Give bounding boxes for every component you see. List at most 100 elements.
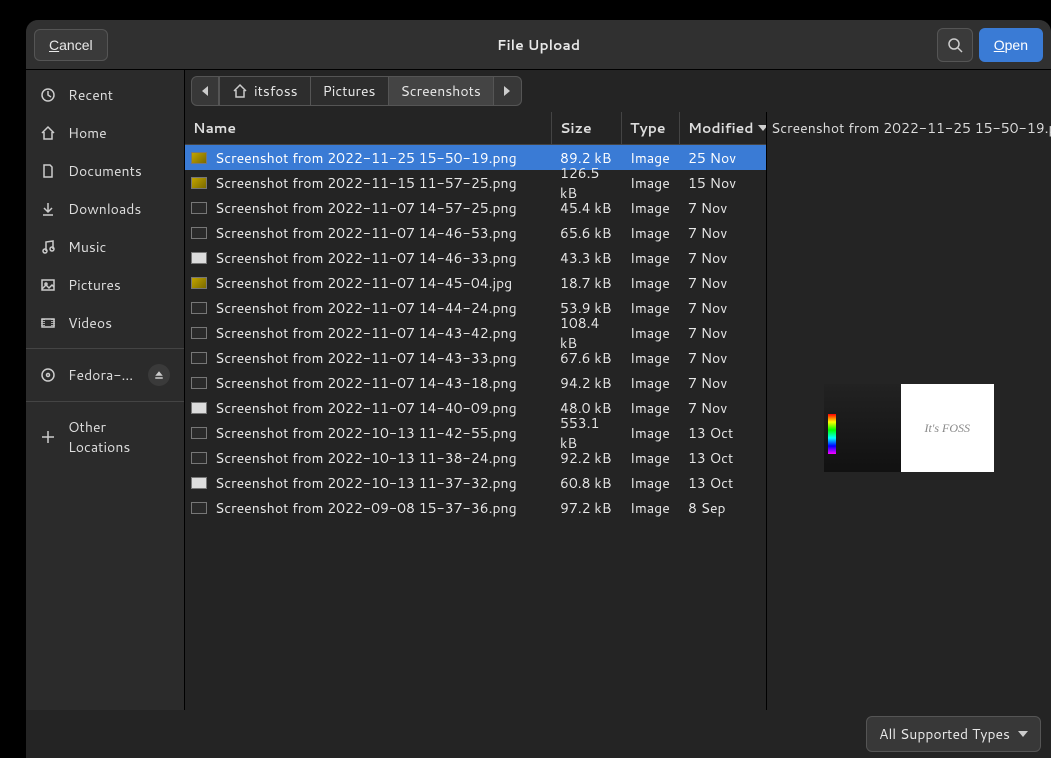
chevron-left-icon bbox=[202, 86, 208, 96]
sidebar-item-label: Music bbox=[68, 237, 106, 257]
sort-descending-icon bbox=[758, 125, 767, 131]
column-headers: Name Size Type Modified bbox=[185, 112, 766, 145]
sidebar-item-music[interactable]: Music bbox=[26, 228, 184, 266]
file-chooser-dialog: Cancel File Upload Open Recent Home Docu… bbox=[26, 20, 1051, 758]
preview-thumbnail: It's FOSS bbox=[824, 384, 994, 472]
separator bbox=[26, 348, 184, 349]
download-icon bbox=[40, 201, 56, 217]
video-icon bbox=[40, 315, 56, 331]
file-thumbnail bbox=[191, 452, 207, 464]
breadcrumb-screenshots[interactable]: Screenshots bbox=[389, 76, 494, 106]
column-header-modified[interactable]: Modified bbox=[680, 112, 766, 144]
sidebar-item-videos[interactable]: Videos bbox=[26, 304, 184, 342]
sidebar-item-label: Other Locations bbox=[68, 417, 170, 457]
sidebar-item-label: Fedora-… bbox=[68, 365, 133, 385]
dialog-body: Recent Home Documents Downloads Music Pi… bbox=[26, 70, 1051, 710]
chevron-down-icon bbox=[1018, 731, 1028, 737]
home-icon bbox=[232, 83, 248, 99]
file-thumbnail bbox=[191, 227, 207, 239]
file-name: Screenshot from 2022-11-07 14-44-24.png bbox=[215, 298, 517, 318]
picture-icon bbox=[40, 277, 56, 293]
preview-filename: Screenshot from 2022-11-25 15-50-19.png bbox=[767, 112, 1051, 144]
file-thumbnail bbox=[191, 327, 207, 339]
column-header-size[interactable]: Size bbox=[552, 112, 622, 144]
sidebar-item-device[interactable]: Fedora-… bbox=[26, 355, 184, 395]
filter-label: All Supported Types bbox=[879, 724, 1010, 744]
path-bar: itsfoss Pictures Screenshots bbox=[185, 70, 1051, 112]
titlebar: Cancel File Upload Open bbox=[26, 20, 1051, 70]
file-list[interactable]: Name Size Type Modified Screenshot from … bbox=[185, 112, 767, 710]
file-name: Screenshot from 2022-11-07 14-46-33.png bbox=[215, 248, 517, 268]
clock-icon bbox=[40, 87, 56, 103]
file-size: 97.2 kB bbox=[552, 492, 622, 524]
file-name: Screenshot from 2022-11-07 14-43-42.png bbox=[215, 323, 517, 343]
sidebar-item-label: Downloads bbox=[68, 199, 141, 219]
search-icon bbox=[947, 37, 963, 53]
path-back-button[interactable] bbox=[191, 76, 219, 106]
file-name: Screenshot from 2022-11-07 14-57-25.png bbox=[215, 198, 517, 218]
breadcrumb-label: itsfoss bbox=[254, 81, 298, 101]
file-name: Screenshot from 2022-11-07 14-40-09.png bbox=[215, 398, 517, 418]
disc-icon bbox=[40, 367, 56, 383]
footer: All Supported Types bbox=[26, 710, 1051, 758]
file-name: Screenshot from 2022-10-13 11-42-55.png bbox=[215, 423, 517, 443]
file-name: Screenshot from 2022-10-13 11-37-32.png bbox=[215, 473, 517, 493]
file-thumbnail bbox=[191, 177, 207, 189]
file-thumbnail bbox=[191, 402, 207, 414]
file-name: Screenshot from 2022-11-15 11-57-25.png bbox=[215, 173, 517, 193]
sidebar-item-label: Home bbox=[68, 123, 107, 143]
preview-pane: Screenshot from 2022-11-25 15-50-19.png … bbox=[767, 112, 1051, 710]
file-name: Screenshot from 2022-09-08 15-37-36.png bbox=[215, 498, 517, 518]
file-thumbnail bbox=[191, 427, 207, 439]
sidebar-item-label: Videos bbox=[68, 313, 112, 333]
file-thumbnail bbox=[191, 502, 207, 514]
sidebar-item-downloads[interactable]: Downloads bbox=[26, 190, 184, 228]
file-name: Screenshot from 2022-11-25 15-50-19.png bbox=[215, 148, 517, 168]
breadcrumb-itsfoss[interactable]: itsfoss bbox=[219, 76, 311, 106]
file-row[interactable]: Screenshot from 2022-09-08 15-37-36.png … bbox=[185, 495, 766, 520]
dialog-title: File Upload bbox=[26, 35, 1051, 55]
file-thumbnail bbox=[191, 377, 207, 389]
file-thumbnail bbox=[191, 352, 207, 364]
search-button[interactable] bbox=[937, 28, 973, 62]
file-name: Screenshot from 2022-11-07 14-43-33.png bbox=[215, 348, 517, 368]
sidebar-item-home[interactable]: Home bbox=[26, 114, 184, 152]
preview-caption: It's FOSS bbox=[901, 384, 995, 472]
home-icon bbox=[40, 125, 56, 141]
file-name: Screenshot from 2022-10-13 11-38-24.png bbox=[215, 448, 517, 468]
sidebar-item-label: Recent bbox=[68, 85, 113, 105]
music-icon bbox=[40, 239, 56, 255]
sidebar-item-label: Pictures bbox=[68, 275, 121, 295]
path-forward-button[interactable] bbox=[494, 76, 522, 106]
breadcrumb-pictures[interactable]: Pictures bbox=[311, 76, 389, 106]
file-thumbnail bbox=[191, 277, 207, 289]
file-thumbnail bbox=[191, 252, 207, 264]
cancel-button[interactable]: Cancel bbox=[34, 29, 108, 61]
file-type: Image bbox=[622, 492, 680, 524]
sidebar-item-pictures[interactable]: Pictures bbox=[26, 266, 184, 304]
file-name: Screenshot from 2022-11-07 14-45-04.jpg bbox=[215, 273, 512, 293]
column-header-name[interactable]: Name bbox=[185, 112, 552, 144]
sidebar-item-other-locations[interactable]: Other Locations bbox=[26, 408, 184, 466]
column-header-type[interactable]: Type bbox=[622, 112, 680, 144]
chevron-right-icon bbox=[504, 86, 510, 96]
places-sidebar: Recent Home Documents Downloads Music Pi… bbox=[26, 70, 185, 710]
sidebar-item-label: Documents bbox=[68, 161, 142, 181]
file-thumbnail bbox=[191, 302, 207, 314]
sidebar-item-recent[interactable]: Recent bbox=[26, 76, 184, 114]
file-name: Screenshot from 2022-11-07 14-43-18.png bbox=[215, 373, 517, 393]
breadcrumb-label: Pictures bbox=[323, 81, 376, 101]
sidebar-item-documents[interactable]: Documents bbox=[26, 152, 184, 190]
file-thumbnail bbox=[191, 152, 207, 164]
eject-button[interactable] bbox=[148, 364, 170, 386]
file-name: Screenshot from 2022-11-07 14-46-53.png bbox=[215, 223, 517, 243]
file-thumbnail bbox=[191, 477, 207, 489]
file-type-filter[interactable]: All Supported Types bbox=[866, 716, 1041, 752]
doc-icon bbox=[40, 163, 56, 179]
plus-icon bbox=[40, 429, 56, 445]
file-modified: 8 Sep bbox=[680, 492, 766, 524]
content-row: Name Size Type Modified Screenshot from … bbox=[185, 112, 1051, 710]
open-button[interactable]: Open bbox=[979, 28, 1043, 62]
breadcrumb-label: Screenshots bbox=[401, 81, 481, 101]
file-thumbnail bbox=[191, 202, 207, 214]
